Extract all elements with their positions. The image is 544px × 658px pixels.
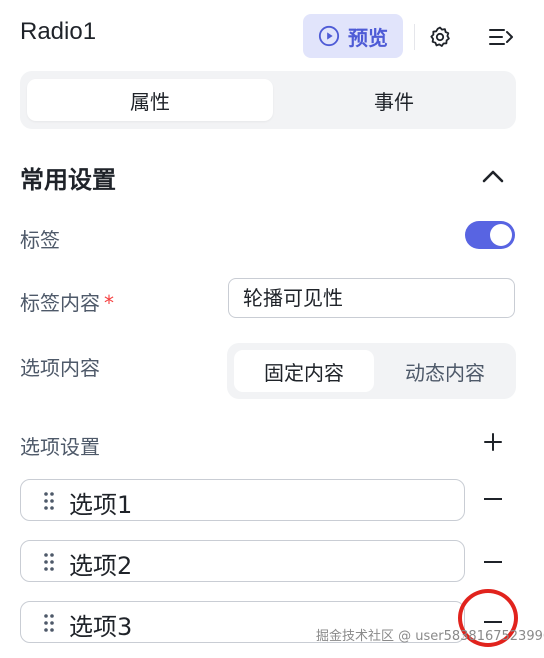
preview-button[interactable]: 预览 (303, 14, 403, 58)
segment-dynamic-content[interactable]: 动态内容 (380, 350, 510, 392)
gear-icon[interactable] (428, 25, 452, 49)
toggle-knob (490, 224, 512, 246)
label-toggle-label: 标签 (20, 228, 60, 252)
option-row-1[interactable]: 选项1 (20, 479, 465, 521)
component-title: Radio1 (20, 18, 97, 45)
header-divider (414, 24, 415, 50)
remove-option-2-icon[interactable] (484, 561, 502, 563)
preview-label: 预览 (348, 25, 388, 50)
chevron-up-icon[interactable] (480, 166, 506, 186)
option-label: 选项1 (69, 491, 133, 519)
drag-handle-icon[interactable] (43, 491, 55, 511)
add-option-icon[interactable] (483, 432, 503, 452)
segment-fixed-content[interactable]: 固定内容 (234, 350, 374, 392)
label-content-label: 标签内容 * (20, 287, 114, 316)
section-title: 常用设置 (20, 166, 116, 194)
tab-bar: 属性 事件 (20, 71, 516, 129)
panel-header: Radio1 预览 (0, 0, 544, 72)
label-toggle-switch[interactable] (465, 221, 515, 249)
tab-events[interactable]: 事件 (279, 79, 509, 121)
drag-handle-icon[interactable] (43, 613, 55, 633)
option-settings-label: 选项设置 (20, 435, 100, 459)
option-row-2[interactable]: 选项2 (20, 540, 465, 582)
drag-handle-icon[interactable] (43, 552, 55, 572)
tab-properties[interactable]: 属性 (27, 79, 273, 121)
watermark: 掘金技术社区 @ user5838167523996 (316, 629, 544, 644)
label-content-text: 标签内容 (20, 291, 100, 315)
option-label: 选项3 (69, 613, 133, 641)
option-content-segmented: 固定内容 动态内容 (227, 343, 516, 399)
label-content-input[interactable]: 轮播可见性 (228, 278, 515, 318)
option-label: 选项2 (69, 552, 133, 580)
collapse-panel-icon[interactable] (488, 26, 514, 48)
remove-option-1-icon[interactable] (484, 498, 502, 500)
required-mark: * (104, 291, 114, 315)
play-circle-icon (318, 25, 340, 47)
option-content-label: 选项内容 (20, 356, 100, 380)
